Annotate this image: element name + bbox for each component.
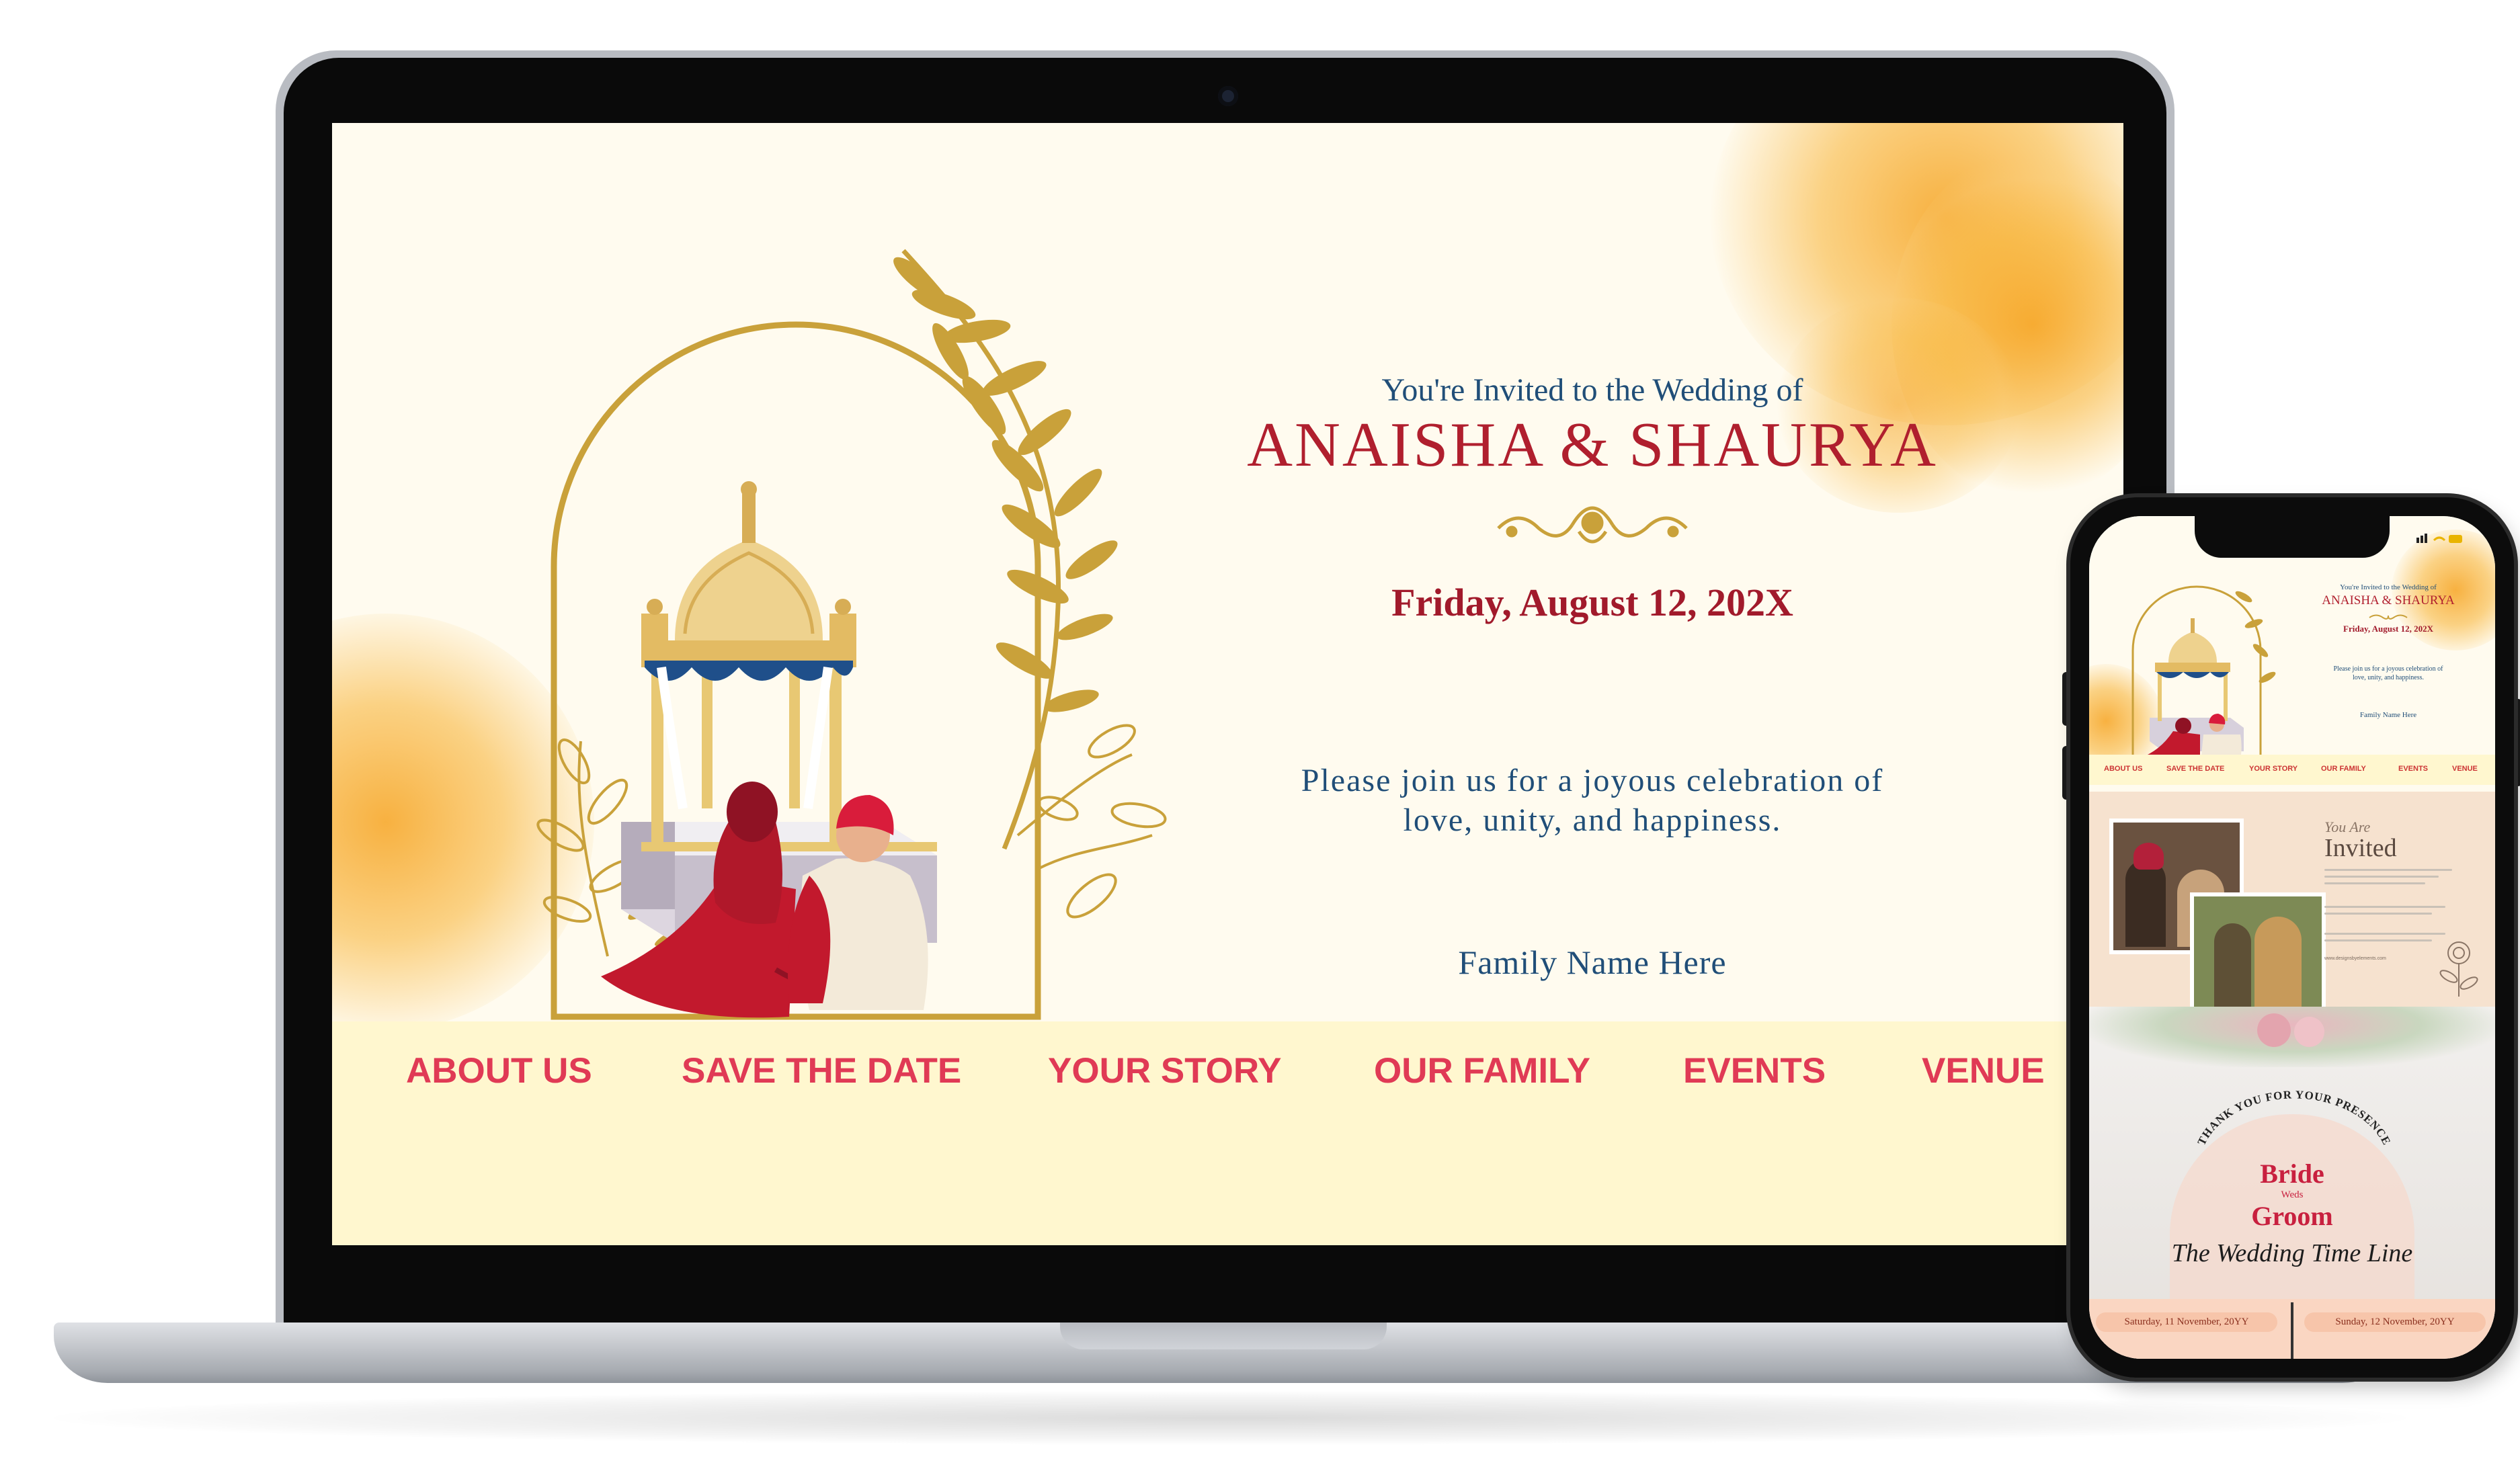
mobile-invited-section: You Are Invited www.designsbyelements.co…: [2089, 792, 2495, 1015]
laptop-shadow: [54, 1391, 2406, 1445]
weds-label: Weds: [2281, 1189, 2304, 1200]
turban-shape: [2133, 843, 2164, 870]
message-line-1: Please join us for a joyous celebration …: [1301, 763, 1884, 798]
mobile-nav-events[interactable]: EVENTS: [2398, 765, 2428, 773]
invite-line: You're Invited to the Wedding of: [1381, 372, 1803, 408]
desktop-website: You're Invited to the Wedding of ANAISHA…: [332, 123, 2123, 1245]
svg-text:THANK YOU FOR YOUR PRESENCE: THANK YOU FOR YOUR PRESENCE: [2195, 1088, 2393, 1147]
rose-decoration: [2257, 1013, 2291, 1047]
camera-icon: [1218, 86, 1238, 106]
nav-your-story[interactable]: YOUR STORY: [1048, 1050, 1282, 1091]
text-placeholder-line: [2324, 876, 2439, 878]
invitation-message: Please join us for a joyous celebration …: [1206, 761, 1979, 840]
mobile-nav-our-family[interactable]: OUR FAMILY: [2321, 765, 2366, 773]
text-placeholder-line: [2324, 939, 2432, 941]
mobile-nav-your-story[interactable]: YOUR STORY: [2249, 765, 2298, 773]
phone-notch: [2195, 516, 2390, 558]
couple-photo-2: [2190, 892, 2326, 1015]
mobile-timeline-section: THANK YOU FOR YOUR PRESENCE Bride Weds G…: [2089, 1007, 2495, 1359]
text-placeholder-line: [2324, 882, 2425, 884]
rose-decoration: [2294, 1017, 2324, 1047]
arc-text-path: THANK YOU FOR YOUR PRESENCE: [2195, 1088, 2393, 1147]
timeline-date-1: Saturday, 11 November, 20YY: [2096, 1312, 2277, 1332]
nav-about-us[interactable]: ABOUT US: [406, 1050, 592, 1091]
gold-ornament-divider: [1497, 506, 1688, 544]
nav-events[interactable]: EVENTS: [1683, 1050, 1826, 1091]
mobile-ornament: [2369, 614, 2408, 620]
timeline-title: The Wedding Time Line: [2171, 1239, 2413, 1267]
laptop-opening-notch: [1060, 1323, 1387, 1349]
floral-sketch-icon: [2439, 941, 2478, 997]
text-placeholder-line: [2324, 913, 2432, 915]
mobile-invite-line: You're Invited to the Wedding of: [2340, 583, 2437, 591]
mobile-nav-about-us[interactable]: ABOUT US: [2104, 765, 2142, 773]
gold-leaf-branch: [893, 249, 1118, 850]
couple-names: ANAISHA & SHAURYA: [1247, 410, 1938, 480]
mobile-wedding-date: Friday, August 12, 202X: [2343, 624, 2433, 634]
text-placeholder-line: [2324, 906, 2445, 908]
mobile-couple-names: ANAISHA & SHAURYA: [2322, 593, 2455, 607]
thank-you-arc-text: THANK YOU FOR YOUR PRESENCE: [2195, 1088, 2392, 1147]
groom-label: Groom: [2251, 1201, 2333, 1231]
mobile-message-line-1: Please join us for a joyous celebration …: [2333, 665, 2443, 673]
invited-title: Invited: [2324, 834, 2397, 862]
wedding-date: Friday, August 12, 202X: [1391, 581, 1793, 624]
message-line-2: love, unity, and happiness.: [1403, 802, 1782, 838]
floral-garland: [2089, 1007, 2495, 1067]
nav-venue[interactable]: VENUE: [1922, 1050, 2045, 1091]
mobile-message-line-2: love, unity, and happiness.: [2352, 673, 2424, 681]
mobile-website: You're Invited to the Wedding of ANAISHA…: [2089, 516, 2495, 1359]
groom-figure-2: [2214, 923, 2251, 1011]
bride-label: Bride: [2260, 1159, 2324, 1189]
text-placeholder-line: [2324, 869, 2452, 871]
family-name: Family Name Here: [1458, 943, 1727, 981]
groom-figure: [2125, 859, 2166, 947]
timeline-date-2: Sunday, 12 November, 20YY: [2304, 1312, 2486, 1332]
nav-our-family[interactable]: OUR FAMILY: [1374, 1050, 1590, 1091]
mobile-nav-save-the-date[interactable]: SAVE THE DATE: [2166, 765, 2224, 773]
status-icons: [2416, 534, 2462, 543]
mobile-wedding-illustration: [2131, 585, 2276, 769]
mobile-nav-venue[interactable]: VENUE: [2452, 765, 2478, 773]
mobile-invitation-message: Please join us for a joyous celebration …: [2298, 665, 2479, 682]
nav-save-the-date[interactable]: SAVE THE DATE: [682, 1050, 961, 1091]
bride-figure-2: [2254, 917, 2302, 1011]
timeline-divider: [2291, 1302, 2293, 1359]
mobile-family-name: Family Name Here: [2359, 711, 2417, 719]
wedding-illustration: [536, 249, 1167, 1020]
